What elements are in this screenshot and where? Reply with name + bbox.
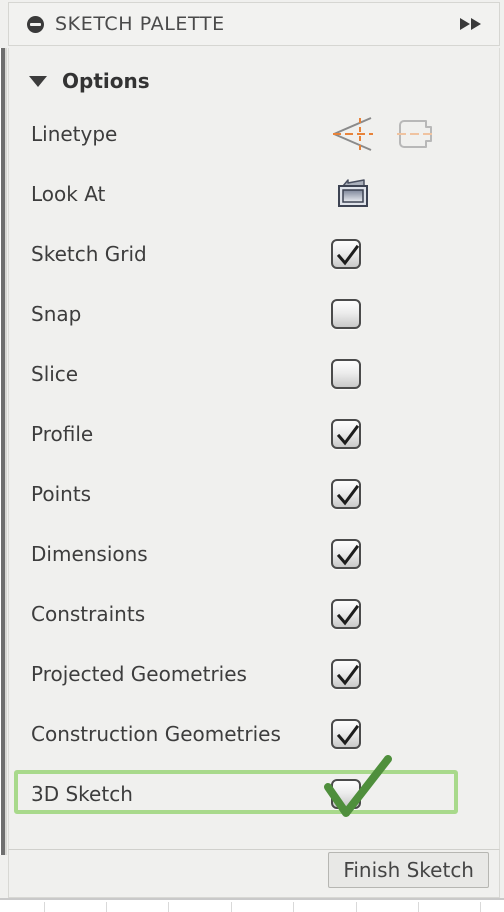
option-row-dimensions[interactable]: Dimensions	[9, 524, 499, 584]
option-control-points	[331, 479, 361, 509]
panel-footer: Finish Sketch	[8, 849, 500, 898]
checkbox-projected-geometries[interactable]	[331, 659, 361, 689]
option-row-constraints[interactable]: Constraints	[9, 584, 499, 644]
toolbar-separator	[293, 902, 294, 912]
option-label-construction-geometries: Construction Geometries	[31, 722, 281, 746]
titlebar-left-group: SKETCH PALETTE	[27, 13, 457, 35]
option-control-look-at	[331, 174, 375, 214]
look-at-icon[interactable]	[331, 174, 375, 214]
option-row-sketch-grid[interactable]: Sketch Grid	[9, 224, 499, 284]
check-icon	[336, 424, 360, 446]
checkbox-construction-geometries[interactable]	[331, 719, 361, 749]
option-label-profile: Profile	[31, 422, 94, 446]
option-label-sketch-grid: Sketch Grid	[31, 242, 147, 266]
option-label-3d-sketch: 3D Sketch	[31, 782, 133, 806]
double-chevron-right-icon[interactable]	[457, 16, 485, 32]
option-control-construction-geometries	[331, 719, 361, 749]
option-row-profile[interactable]: Profile	[9, 404, 499, 464]
option-label-look-at: Look At	[31, 182, 106, 206]
checkbox-3d-sketch[interactable]	[331, 779, 361, 809]
option-control-constraints	[331, 599, 361, 629]
option-control-profile	[331, 419, 361, 449]
option-row-slice[interactable]: Slice	[9, 344, 499, 404]
checkbox-sketch-grid[interactable]	[331, 239, 361, 269]
toolbar-separator	[106, 902, 107, 912]
option-row-snap[interactable]: Snap	[9, 284, 499, 344]
toolbar-separator	[44, 902, 45, 912]
triangle-down-icon[interactable]	[29, 75, 47, 87]
option-label-constraints: Constraints	[31, 602, 146, 626]
option-control-projected-geometries	[331, 659, 361, 689]
check-icon	[336, 484, 360, 506]
option-control-slice	[331, 359, 361, 389]
toolbar-separator	[418, 902, 419, 912]
checkbox-snap[interactable]	[331, 299, 361, 329]
centerline-icon[interactable]	[331, 114, 375, 154]
option-label-snap: Snap	[31, 302, 82, 326]
sketch-palette-screen: SKETCH PALETTE Options Linetype Look At …	[0, 0, 504, 912]
page-title: SKETCH PALETTE	[55, 13, 225, 35]
options-section-label: Options	[62, 69, 150, 93]
option-control-sketch-grid	[331, 239, 361, 269]
option-label-points: Points	[31, 482, 92, 506]
construction-geometry-icon	[397, 120, 434, 148]
check-icon	[336, 544, 360, 566]
checkbox-slice[interactable]	[331, 359, 361, 389]
checkbox-dimensions[interactable]	[331, 539, 361, 569]
option-row-3d-sketch[interactable]: 3D Sketch	[9, 764, 499, 824]
options-section-header[interactable]: Options	[9, 60, 499, 102]
option-row-construction-geometries[interactable]: Construction Geometries	[9, 704, 499, 764]
option-row-linetype[interactable]: Linetype	[9, 104, 499, 164]
panel-body: Options Linetype Look At Sketch Grid Sna…	[8, 48, 500, 849]
panel-left-scroll-edge[interactable]	[0, 48, 7, 855]
toolbar-separator	[356, 902, 357, 912]
option-row-projected-geometries[interactable]: Projected Geometries	[9, 644, 499, 704]
option-row-look-at[interactable]: Look At	[9, 164, 499, 224]
option-control-3d-sketch	[331, 779, 361, 809]
sketch-palette-panel: SKETCH PALETTE Options Linetype Look At …	[0, 0, 504, 898]
toolbar-separator	[480, 902, 481, 912]
option-label-linetype: Linetype	[31, 122, 118, 146]
option-label-dimensions: Dimensions	[31, 542, 148, 566]
panel-titlebar: SKETCH PALETTE	[8, 2, 500, 46]
option-row-points[interactable]: Points	[9, 464, 499, 524]
options-row-list: Linetype Look At Sketch Grid Snap Slice …	[9, 104, 499, 824]
checkbox-profile[interactable]	[331, 419, 361, 449]
option-control-dimensions	[331, 539, 361, 569]
finish-sketch-button[interactable]: Finish Sketch	[328, 852, 489, 888]
option-control-snap	[331, 299, 361, 329]
option-label-projected-geometries: Projected Geometries	[31, 662, 247, 686]
checkbox-points[interactable]	[331, 479, 361, 509]
toolbar-separator	[168, 902, 169, 912]
toolbar-separator	[231, 902, 232, 912]
check-icon	[336, 604, 360, 626]
check-icon	[336, 724, 360, 746]
checkbox-constraints[interactable]	[331, 599, 361, 629]
check-icon	[336, 664, 360, 686]
option-label-slice: Slice	[31, 362, 79, 386]
minus-circle-icon[interactable]	[27, 15, 44, 33]
option-control-linetype	[331, 114, 437, 154]
check-icon	[336, 244, 360, 266]
